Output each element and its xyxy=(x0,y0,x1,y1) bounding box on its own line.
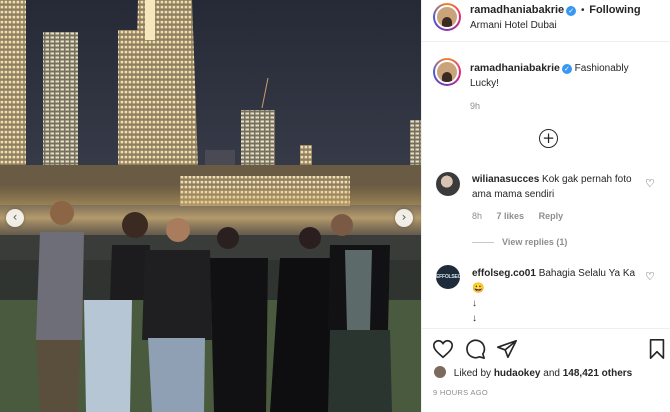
view-replies-label: View replies (1) xyxy=(502,237,568,247)
comment-time: 8h xyxy=(472,211,483,221)
comment-body: effolseg.co01 Bahagia Selalu Ya Ka😀 ↓ ↓ … xyxy=(472,266,642,332)
comment-line: ↓ xyxy=(472,298,477,309)
comment-body: wilianasucces Kok gak pernah foto ama ma… xyxy=(472,172,642,202)
author-username[interactable]: ramadhaniabakrie xyxy=(470,4,564,16)
carousel-next-button[interactable]: › xyxy=(395,209,413,227)
bookmark-icon[interactable] xyxy=(646,338,668,360)
liked-by-joiner: and xyxy=(543,368,560,379)
caption-username[interactable]: ramadhaniabakrie xyxy=(470,62,560,74)
following-button[interactable]: Following xyxy=(589,4,640,16)
post-actions: Liked by hudaokey and 148,421 others 9 H… xyxy=(422,328,670,412)
verified-icon: ✓ xyxy=(561,64,572,74)
post-photo[interactable]: ‹ › xyxy=(0,0,421,412)
commenter-avatar[interactable] xyxy=(436,172,460,196)
separator-dot: • xyxy=(580,5,585,16)
liked-by-line: Liked by hudaokey and 148,421 others xyxy=(433,365,632,379)
author-avatar[interactable] xyxy=(433,3,461,31)
commenter-avatar[interactable]: EFFOLSEG.CO xyxy=(436,265,460,289)
share-icon[interactable] xyxy=(496,338,518,360)
view-replies-button[interactable]: View replies (1) xyxy=(472,237,567,247)
caption-time: 9h xyxy=(470,101,481,111)
commenter-username[interactable]: effolseg.co01 xyxy=(472,268,536,279)
comment-meta: 8h 7 likes Reply xyxy=(472,211,575,221)
commenter-username[interactable]: wilianasucces xyxy=(472,174,539,185)
comment-icon[interactable] xyxy=(464,338,486,360)
author-line: ramadhaniabakrie ✓ • Following xyxy=(470,4,641,16)
comment-like-icon[interactable]: ♡ xyxy=(645,177,655,190)
comment-like-icon[interactable]: ♡ xyxy=(645,270,655,283)
reply-button[interactable]: Reply xyxy=(539,211,564,221)
replies-line xyxy=(472,242,494,244)
comment-line: ↓ xyxy=(472,313,477,324)
post-timestamp[interactable]: 9 HOURS AGO xyxy=(433,388,488,397)
comment-likes[interactable]: 7 likes xyxy=(497,211,525,221)
heart-icon[interactable] xyxy=(432,338,454,360)
liker-avatar[interactable] xyxy=(433,365,447,379)
post-caption: ramadhaniabakrie ✓ Fashionably Lucky! xyxy=(470,61,660,91)
post-side-panel: ramadhaniabakrie ✓ • Following Armani Hot… xyxy=(421,0,670,412)
likes-count[interactable]: 148,421 others xyxy=(563,368,633,379)
night-city-photo xyxy=(0,0,421,412)
verified-icon: ✓ xyxy=(566,6,577,16)
liked-by-prefix: Liked by xyxy=(453,368,492,379)
carousel-prev-button[interactable]: ‹ xyxy=(6,209,24,227)
load-more-comments-button[interactable]: + xyxy=(539,129,558,148)
post-header: ramadhaniabakrie ✓ • Following Armani Hot… xyxy=(422,0,670,42)
post-location[interactable]: Armani Hotel Dubai xyxy=(470,20,557,31)
caption-avatar[interactable] xyxy=(433,58,461,86)
liker-username[interactable]: hudaokey xyxy=(494,368,541,379)
